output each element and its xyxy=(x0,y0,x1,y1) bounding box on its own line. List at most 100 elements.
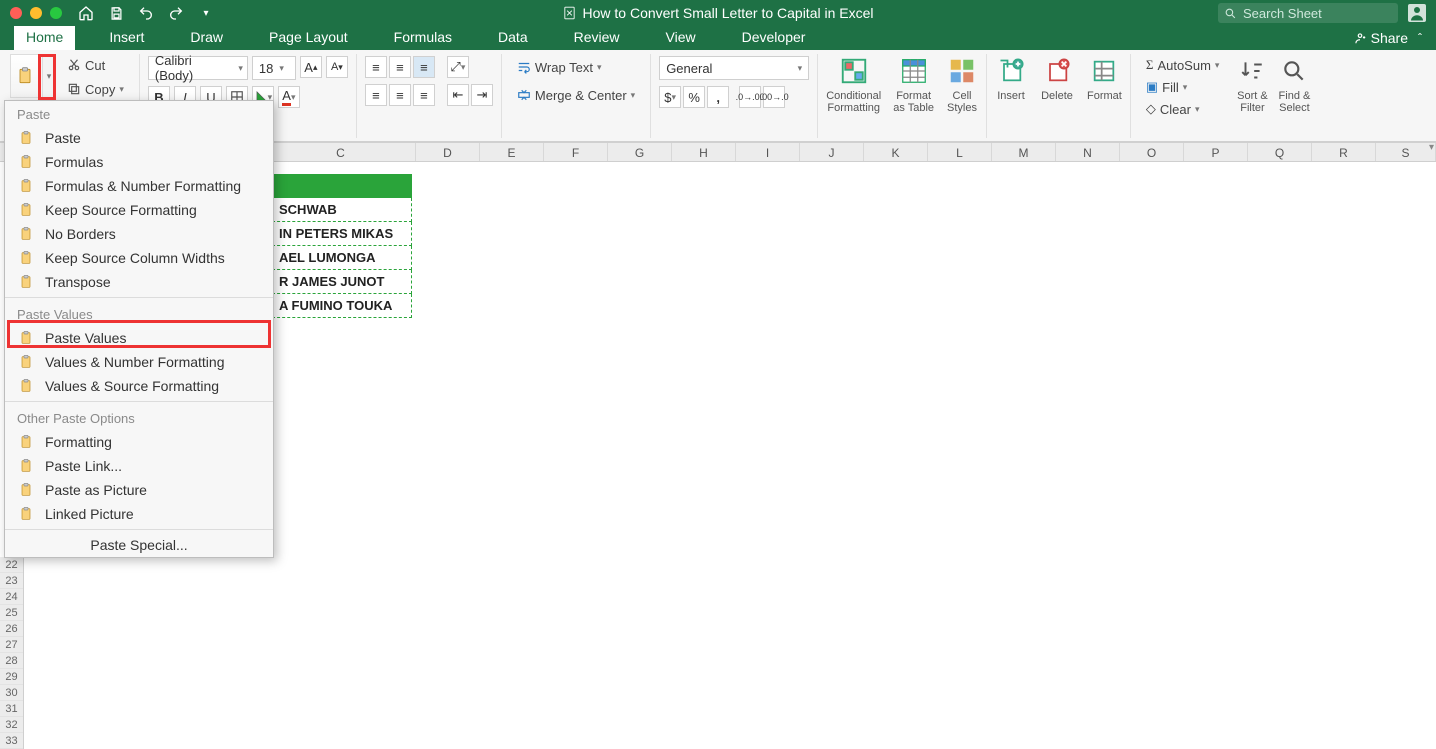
copy-button[interactable]: Copy▾ xyxy=(60,78,131,100)
paste-item-no-borders[interactable]: No Borders xyxy=(5,222,273,246)
decrease-indent-icon[interactable]: ⇤ xyxy=(447,84,469,106)
tab-draw[interactable]: Draw xyxy=(178,25,235,50)
paste-other-item-formatting[interactable]: Formatting xyxy=(5,430,273,454)
row-header-25[interactable]: 25 xyxy=(0,605,23,621)
col-header-D[interactable]: D xyxy=(416,143,480,161)
percent-format-icon[interactable]: % xyxy=(683,86,705,108)
tab-formulas[interactable]: Formulas xyxy=(382,25,464,50)
col-header-I[interactable]: I xyxy=(736,143,800,161)
col-header-Q[interactable]: Q xyxy=(1248,143,1312,161)
paste-other-item-paste-as-picture[interactable]: Paste as Picture xyxy=(5,478,273,502)
paste-item-paste[interactable]: Paste xyxy=(5,126,273,150)
cell[interactable]: R JAMES JUNOT xyxy=(272,270,412,294)
orientation-icon[interactable]: ⤢▾ xyxy=(447,56,469,78)
row-header-32[interactable]: 32 xyxy=(0,717,23,733)
font-color-button[interactable]: A▾ xyxy=(278,86,300,108)
paste-item-formulas[interactable]: Formulas xyxy=(5,150,273,174)
row-header-22[interactable]: 22 xyxy=(0,557,23,573)
undo-icon[interactable] xyxy=(138,5,154,21)
clear-button[interactable]: ◇Clear▾ xyxy=(1139,98,1227,120)
tab-home[interactable]: Home xyxy=(14,25,75,50)
col-header-O[interactable]: O xyxy=(1120,143,1184,161)
col-header-E[interactable]: E xyxy=(480,143,544,161)
cell[interactable]: IN PETERS MIKAS xyxy=(272,222,412,246)
row-header-27[interactable]: 27 xyxy=(0,637,23,653)
paste-values-item-values-number-formatting[interactable]: Values & Number Formatting xyxy=(5,350,273,374)
zoom-window-button[interactable] xyxy=(50,7,62,19)
home-icon[interactable] xyxy=(78,5,94,21)
tab-view[interactable]: View xyxy=(654,25,708,50)
increase-indent-icon[interactable]: ⇥ xyxy=(471,84,493,106)
merge-center-button[interactable]: Merge & Center▾ xyxy=(510,84,642,106)
align-middle-icon[interactable]: ≡ xyxy=(389,56,411,78)
cell[interactable]: SCHWAB xyxy=(272,198,412,222)
insert-cells-button[interactable]: Insert xyxy=(995,54,1027,102)
col-header-L[interactable]: L xyxy=(928,143,992,161)
format-cells-button[interactable]: Format xyxy=(1087,54,1122,102)
row-header-29[interactable]: 29 xyxy=(0,669,23,685)
cell-styles-button[interactable]: Cell Styles xyxy=(946,54,978,114)
cut-button[interactable]: Cut xyxy=(60,54,131,76)
tab-insert[interactable]: Insert xyxy=(97,25,156,50)
col-header-K[interactable]: K xyxy=(864,143,928,161)
share-button[interactable]: Share xyxy=(1353,30,1408,46)
col-header-H[interactable]: H xyxy=(672,143,736,161)
col-header-J[interactable]: J xyxy=(800,143,864,161)
paste-other-item-linked-picture[interactable]: Linked Picture xyxy=(5,502,273,526)
accounting-format-icon[interactable]: $▾ xyxy=(659,86,681,108)
autosum-button[interactable]: ΣAutoSum▾ xyxy=(1139,54,1227,76)
comma-format-icon[interactable]: , xyxy=(707,86,729,108)
paste-special-item[interactable]: Paste Special... xyxy=(5,533,273,557)
cell-header[interactable] xyxy=(272,174,412,198)
col-header-S[interactable]: S xyxy=(1376,143,1436,161)
search-sheet-input[interactable]: Search Sheet xyxy=(1218,3,1398,23)
increase-font-icon[interactable]: A▴ xyxy=(300,56,322,78)
align-center-icon[interactable]: ≡ xyxy=(389,84,411,106)
paste-other-item-paste-link[interactable]: Paste Link... xyxy=(5,454,273,478)
qat-customize-icon[interactable]: ▾ xyxy=(198,5,214,21)
minimize-window-button[interactable] xyxy=(30,7,42,19)
tab-review[interactable]: Review xyxy=(562,25,632,50)
increase-decimal-icon[interactable]: .0→.00 xyxy=(739,86,761,108)
font-name-select[interactable]: Calibri (Body)▾ xyxy=(148,56,248,80)
align-left-icon[interactable]: ≡ xyxy=(365,84,387,106)
row-header-28[interactable]: 28 xyxy=(0,653,23,669)
cell[interactable]: AEL LUMONGA xyxy=(272,246,412,270)
row-header-24[interactable]: 24 xyxy=(0,589,23,605)
col-header-N[interactable]: N xyxy=(1056,143,1120,161)
col-header-G[interactable]: G xyxy=(608,143,672,161)
save-icon[interactable] xyxy=(108,5,124,21)
tab-page-layout[interactable]: Page Layout xyxy=(257,25,360,50)
fill-button[interactable]: ▣Fill▾ xyxy=(1139,76,1227,98)
align-top-icon[interactable]: ≡ xyxy=(365,56,387,78)
paste-dropdown-button[interactable]: ▾ xyxy=(42,54,56,98)
col-header-P[interactable]: P xyxy=(1184,143,1248,161)
sort-filter-button[interactable]: Sort & Filter xyxy=(1236,54,1268,114)
align-right-icon[interactable]: ≡ xyxy=(413,84,435,106)
paste-button[interactable] xyxy=(10,54,40,98)
conditional-formatting-button[interactable]: Conditional Formatting xyxy=(826,54,881,114)
ribbon-collapse-button[interactable]: ˆ xyxy=(1418,31,1422,45)
col-header-M[interactable]: M xyxy=(992,143,1056,161)
col-header-C[interactable]: C xyxy=(266,143,416,161)
redo-icon[interactable] xyxy=(168,5,184,21)
close-window-button[interactable] xyxy=(10,7,22,19)
number-format-select[interactable]: General▾ xyxy=(659,56,809,80)
paste-item-formulas-number-formatting[interactable]: Formulas & Number Formatting xyxy=(5,174,273,198)
row-header-23[interactable]: 23 xyxy=(0,573,23,589)
row-header-26[interactable]: 26 xyxy=(0,621,23,637)
paste-values-item-values-source-formatting[interactable]: Values & Source Formatting xyxy=(5,374,273,398)
decrease-font-icon[interactable]: A▾ xyxy=(326,56,348,78)
tab-data[interactable]: Data xyxy=(486,25,540,50)
find-select-button[interactable]: Find & Select xyxy=(1278,54,1310,114)
col-header-R[interactable]: R xyxy=(1312,143,1376,161)
tab-developer[interactable]: Developer xyxy=(730,25,818,50)
paste-item-keep-source-column-widths[interactable]: Keep Source Column Widths xyxy=(5,246,273,270)
align-bottom-icon[interactable]: ≡ xyxy=(413,56,435,78)
font-size-select[interactable]: 18▾ xyxy=(252,56,296,80)
decrease-decimal-icon[interactable]: .00→.0 xyxy=(763,86,785,108)
col-header-F[interactable]: F xyxy=(544,143,608,161)
paste-values-item-paste-values[interactable]: Paste Values xyxy=(5,326,273,350)
wrap-text-button[interactable]: Wrap Text▾ xyxy=(510,56,609,78)
paste-item-keep-source-formatting[interactable]: Keep Source Formatting xyxy=(5,198,273,222)
